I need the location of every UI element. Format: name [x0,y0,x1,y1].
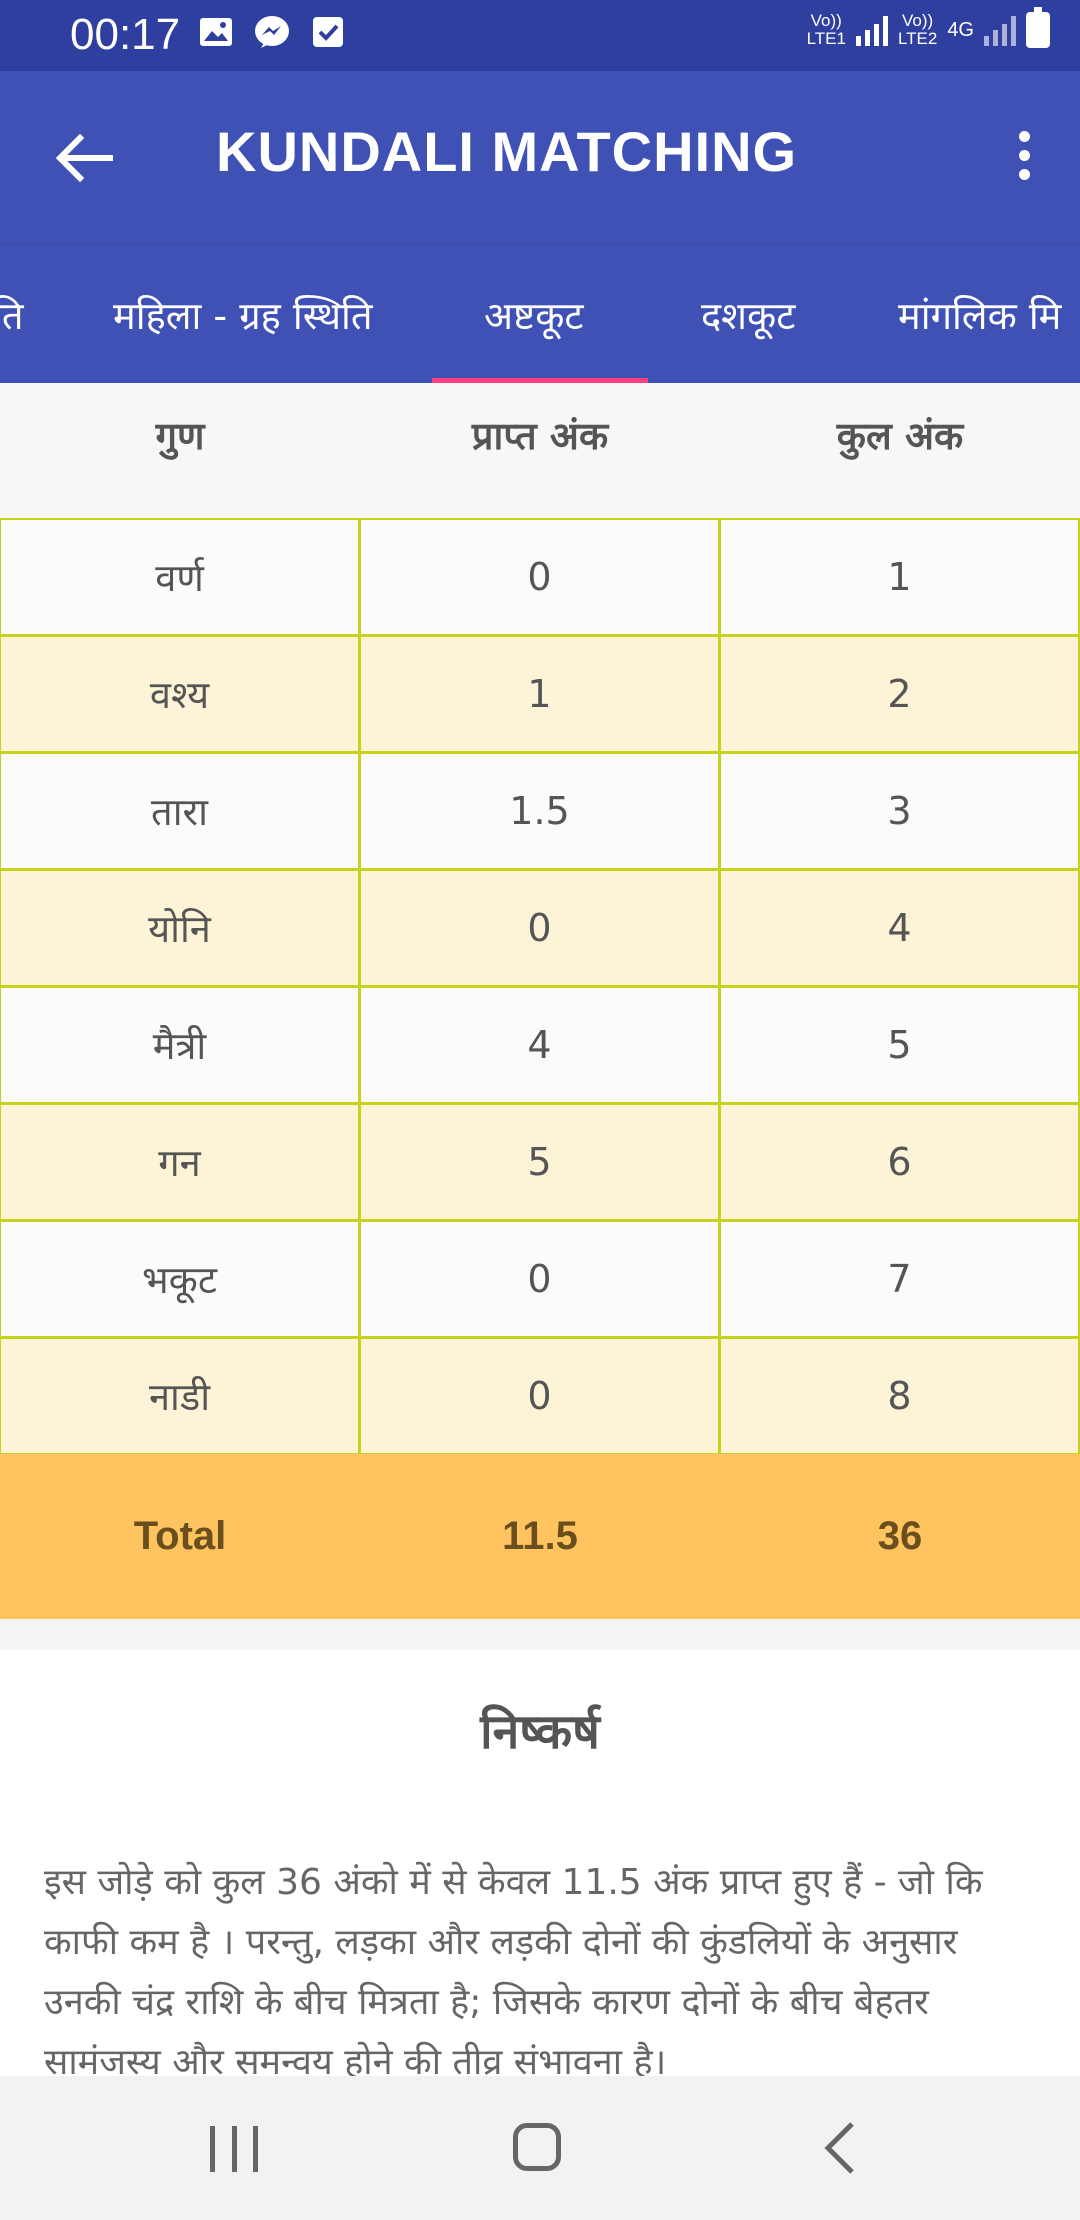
page-title: KUNDALI MATCHING [216,120,798,183]
total-row: Total 11.5 36 [0,1454,1080,1619]
obtained-points: 0 [359,1220,720,1338]
sim2-label: Vo)) LTE2 [897,11,938,48]
table-row: वर्ण 0 1 [0,518,1080,636]
guna-name: योनि [0,869,360,987]
recent-apps-button[interactable] [210,2126,258,2172]
guna-name: वश्य [0,635,360,753]
more-vert-icon [1018,131,1030,142]
system-nav-bar [0,2076,1080,2220]
signal-2-icon [984,14,1016,46]
total-points: 2 [719,635,1080,753]
table-row: वश्य 1 2 [0,635,1080,753]
battery-icon [1026,7,1050,48]
conclusion-card: निष्कर्ष इस जोड़े को कुल 36 अंको में से … [0,1650,1080,2076]
tab-dashkoot[interactable]: दशकूट [701,289,795,341]
obtained-points: 4 [359,986,720,1104]
tab-manglik[interactable]: मांगलिक मि [898,289,1061,341]
overflow-menu-button[interactable] [1004,131,1044,191]
header-obtained-points: प्राप्त अंक [471,414,609,458]
table-header: गुण प्राप्त अंक कुल अंक [0,383,1080,520]
total-points: 5 [719,986,1080,1104]
table-row: योनि 0 4 [0,869,1080,987]
status-right: Vo)) LTE1 Vo)) LTE2 4G [806,7,1050,48]
total-points: 3 [719,752,1080,870]
arrow-left-icon [55,133,113,183]
tab-partial-left[interactable]: ति [0,289,24,341]
status-bar: 00:17 Vo)) LTE1 Vo)) LTE2 4G [0,0,1080,71]
tab-ashtakoot[interactable]: अष्टकूट [484,289,584,341]
table-row: नाडी 0 8 [0,1337,1080,1455]
ashtakoot-table: वर्ण 0 1 वश्य 1 2 तारा 1.5 3 योनि 0 4 मै… [0,518,1080,1455]
total-points: 7 [719,1220,1080,1338]
table-row: भकूट 0 7 [0,1220,1080,1338]
obtained-points: 1.5 [359,752,720,870]
conclusion-text: इस जोड़े को कुल 36 अंको में से केवल 11.5… [44,1862,983,2076]
signal-1-icon [855,14,888,46]
header-total-points: कुल अंक [836,414,964,458]
status-time: 00:17 [70,10,181,59]
total-points: 6 [719,1103,1080,1221]
back-button[interactable] [52,126,116,190]
messenger-icon [254,14,290,50]
obtained-points: 0 [359,518,720,636]
app-bar: KUNDALI MATCHING [0,71,1080,243]
table-row: तारा 1.5 3 [0,752,1080,870]
obtained-points: 1 [359,635,720,753]
sim1-label: Vo)) LTE1 [806,11,846,48]
obtained-points: 5 [359,1103,720,1221]
header-guna: गुण [155,414,205,458]
obtained-points: 0 [359,869,720,987]
network-type: 4G [947,19,974,41]
guna-name: मैत्री [0,986,360,1104]
total-points: 4 [719,869,1080,987]
table-row: मैत्री 4 5 [0,986,1080,1104]
chevron-left-icon [824,2122,854,2174]
guna-name: वर्ण [0,518,360,636]
guna-name: भकूट [0,1220,360,1338]
obtained-points: 0 [359,1337,720,1455]
table-row: गन 5 6 [0,1103,1080,1221]
tab-bar: ति महिला - ग्रह स्थिति अष्टकूट दशकूट मां… [0,243,1080,384]
guna-name: तारा [0,752,360,870]
total-label: Total [133,1514,227,1558]
guna-name: गन [0,1103,360,1221]
checkbox-app-icon [310,14,346,50]
total-obtained: 11.5 [502,1514,578,1558]
notification-icons [198,14,346,50]
home-button[interactable] [513,2123,561,2171]
total-points: 1 [719,518,1080,636]
guna-name: नाडी [0,1337,360,1455]
total-max: 36 [877,1514,923,1558]
total-points: 8 [719,1337,1080,1455]
conclusion-title: निष्कर्ष [480,1704,600,1760]
tab-female-planet-position[interactable]: महिला - ग्रह स्थिति [113,289,373,341]
gallery-icon [198,14,234,50]
nav-back-button[interactable] [820,2120,860,2176]
